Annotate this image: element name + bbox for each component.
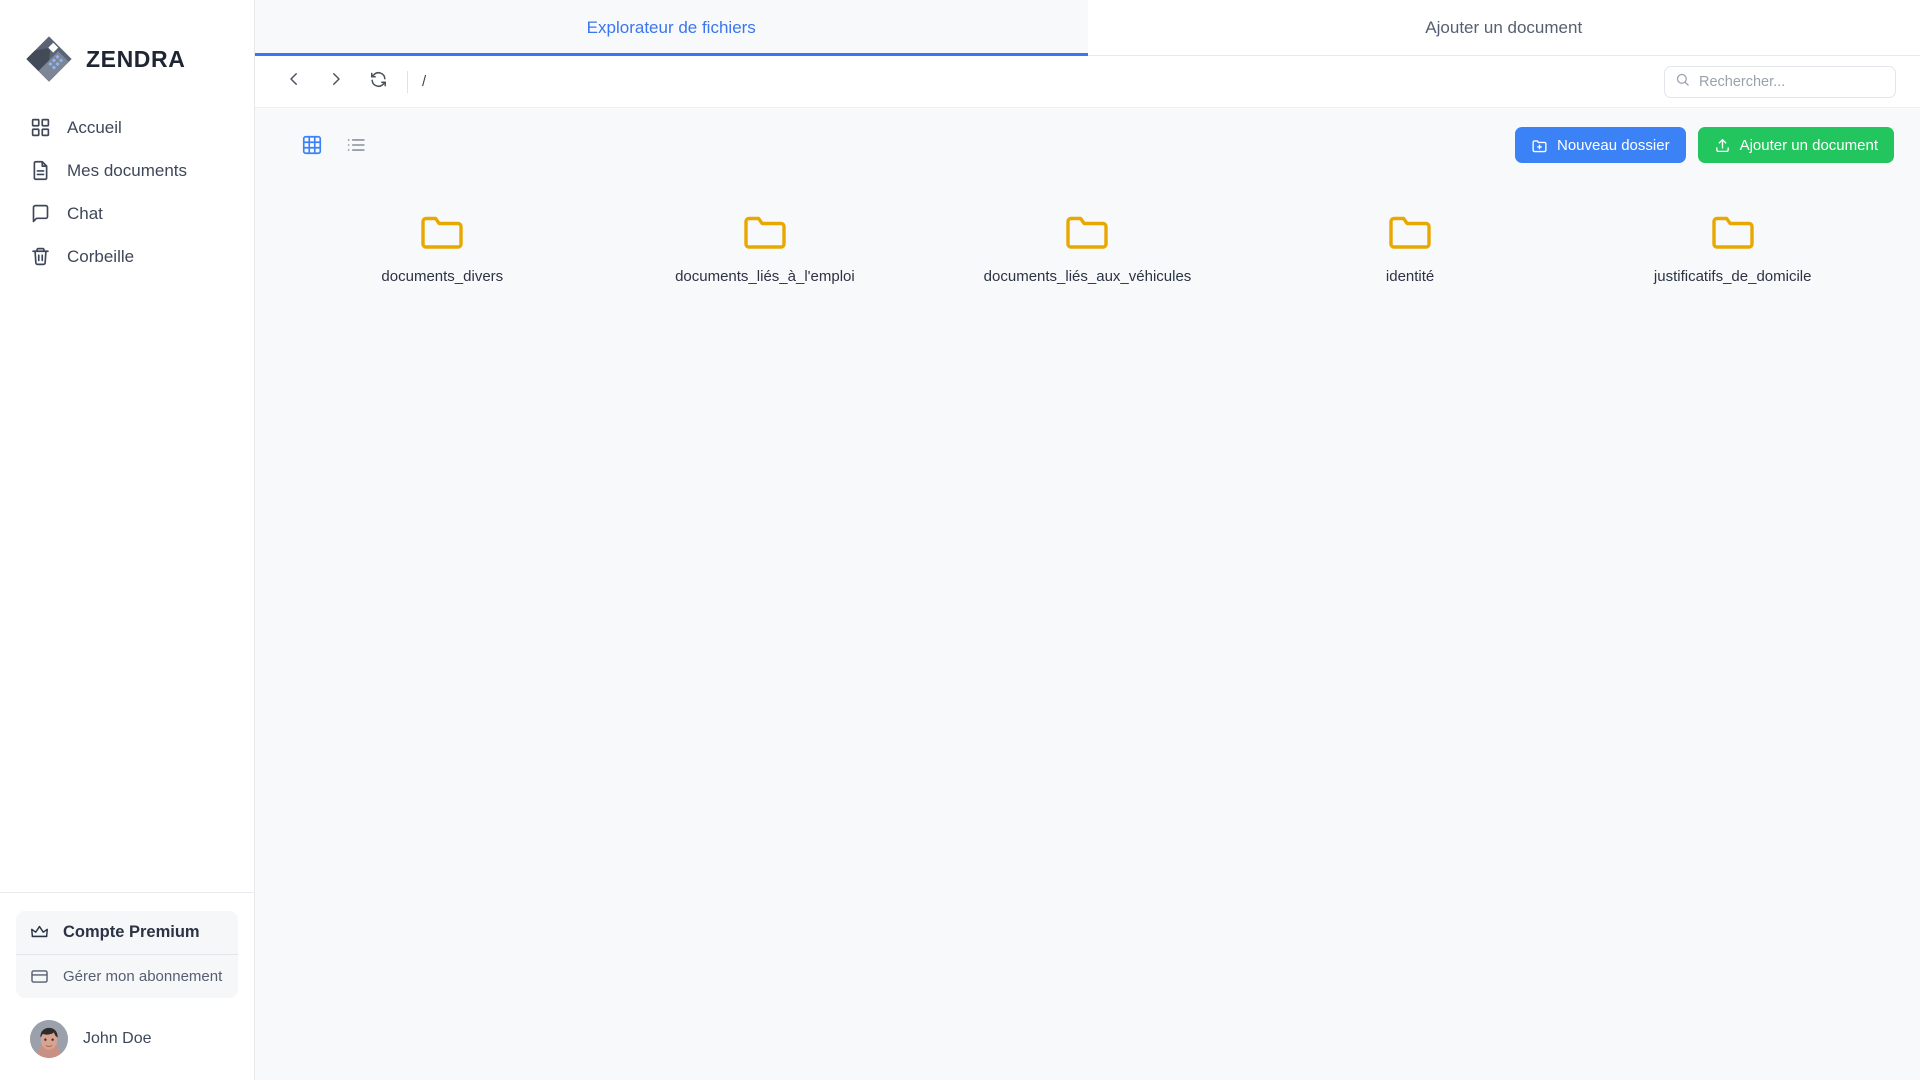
file-explorer-area: documents_divers documents_liés_à_l'empl…: [255, 182, 1920, 1080]
folder-icon: [1387, 212, 1433, 252]
folder-item[interactable]: documents_divers: [281, 200, 604, 297]
grid-icon: [30, 117, 51, 138]
app-root: ZENDRA Accueil: [0, 0, 1920, 1080]
breadcrumb: /: [422, 73, 426, 90]
brand[interactable]: ZENDRA: [0, 0, 254, 92]
tab-explorateur-de-fichiers[interactable]: Explorateur de fichiers: [255, 0, 1088, 55]
folder-label: documents_liés_aux_véhicules: [984, 268, 1192, 285]
back-button[interactable]: [279, 67, 309, 97]
search-box[interactable]: [1664, 66, 1896, 98]
folder-label: documents_liés_à_l'emploi: [675, 268, 855, 285]
sidebar-item-chat[interactable]: Chat: [0, 192, 254, 235]
sidebar-item-label: Chat: [67, 204, 103, 224]
navigation-toolbar: /: [255, 56, 1920, 108]
sidebar-nav: Accueil Mes documents: [0, 106, 254, 278]
search-input[interactable]: [1699, 74, 1885, 90]
tab-bar: Explorateur de fichiers Ajouter un docum…: [255, 0, 1920, 56]
folder-label: justificatifs_de_domicile: [1654, 268, 1812, 285]
credit-card-icon: [30, 967, 49, 986]
sidebar-item-accueil[interactable]: Accueil: [0, 106, 254, 149]
chevron-left-icon: [285, 70, 303, 93]
folder-plus-icon: [1531, 137, 1548, 154]
folder-icon: [742, 212, 788, 252]
folder-label: identité: [1386, 268, 1434, 285]
search-icon: [1675, 72, 1690, 92]
refresh-button[interactable]: [363, 67, 393, 97]
forward-button[interactable]: [321, 67, 351, 97]
sidebar-item-label: Corbeille: [67, 247, 134, 267]
folder-item[interactable]: documents_liés_aux_véhicules: [926, 200, 1249, 297]
user-profile[interactable]: John Doe: [16, 1020, 238, 1080]
main-content: Explorateur de fichiers Ajouter un docum…: [255, 0, 1920, 1080]
tab-ajouter-un-document[interactable]: Ajouter un document: [1088, 0, 1920, 55]
sidebar-item-label: Mes documents: [67, 161, 187, 181]
premium-box: Compte Premium Gérer mon abonnement: [16, 911, 238, 998]
trash-icon: [30, 246, 51, 267]
folder-icon: [419, 212, 465, 252]
refresh-icon: [369, 70, 388, 94]
new-folder-label: Nouveau dossier: [1557, 137, 1670, 154]
brand-name: ZENDRA: [86, 46, 185, 73]
new-folder-button[interactable]: Nouveau dossier: [1515, 127, 1686, 163]
add-document-label: Ajouter un document: [1740, 137, 1878, 154]
add-document-button[interactable]: Ajouter un document: [1698, 127, 1894, 163]
compte-premium-item[interactable]: Compte Premium: [16, 911, 238, 954]
folder-icon: [1710, 212, 1756, 252]
grid-view-icon[interactable]: [301, 134, 323, 156]
sidebar-item-label: Accueil: [67, 118, 122, 138]
toolbar-divider: [407, 71, 408, 93]
sidebar-item-mes-documents[interactable]: Mes documents: [0, 149, 254, 192]
folder-icon: [1064, 212, 1110, 252]
sidebar-bottom: Compte Premium Gérer mon abonnement: [0, 892, 254, 1080]
folder-item[interactable]: justificatifs_de_domicile: [1571, 200, 1894, 297]
avatar: [30, 1020, 68, 1058]
folder-grid: documents_divers documents_liés_à_l'empl…: [281, 200, 1894, 297]
document-icon: [30, 160, 51, 181]
user-name: John Doe: [83, 1030, 152, 1048]
crown-icon: [30, 923, 49, 942]
premium-manage-label: Gérer mon abonnement: [63, 968, 222, 985]
gerer-abonnement-item[interactable]: Gérer mon abonnement: [16, 954, 238, 998]
tab-label: Explorateur de fichiers: [587, 18, 756, 38]
folder-item[interactable]: documents_liés_à_l'emploi: [604, 200, 927, 297]
list-view-icon[interactable]: [345, 134, 367, 156]
folder-item[interactable]: identité: [1249, 200, 1572, 297]
action-bar: Nouveau dossier Ajouter un document: [255, 108, 1920, 182]
view-toggle-group: [281, 134, 367, 156]
chat-bubble-icon: [30, 203, 51, 224]
sidebar: ZENDRA Accueil: [0, 0, 255, 1080]
upload-icon: [1714, 137, 1731, 154]
folder-label: documents_divers: [381, 268, 503, 285]
premium-title: Compte Premium: [63, 923, 200, 942]
action-buttons: Nouveau dossier Ajouter un document: [1515, 127, 1894, 163]
chevron-right-icon: [327, 70, 345, 93]
zendra-diamond-logo: [26, 36, 72, 82]
sidebar-item-corbeille[interactable]: Corbeille: [0, 235, 254, 278]
tab-label: Ajouter un document: [1425, 18, 1582, 38]
